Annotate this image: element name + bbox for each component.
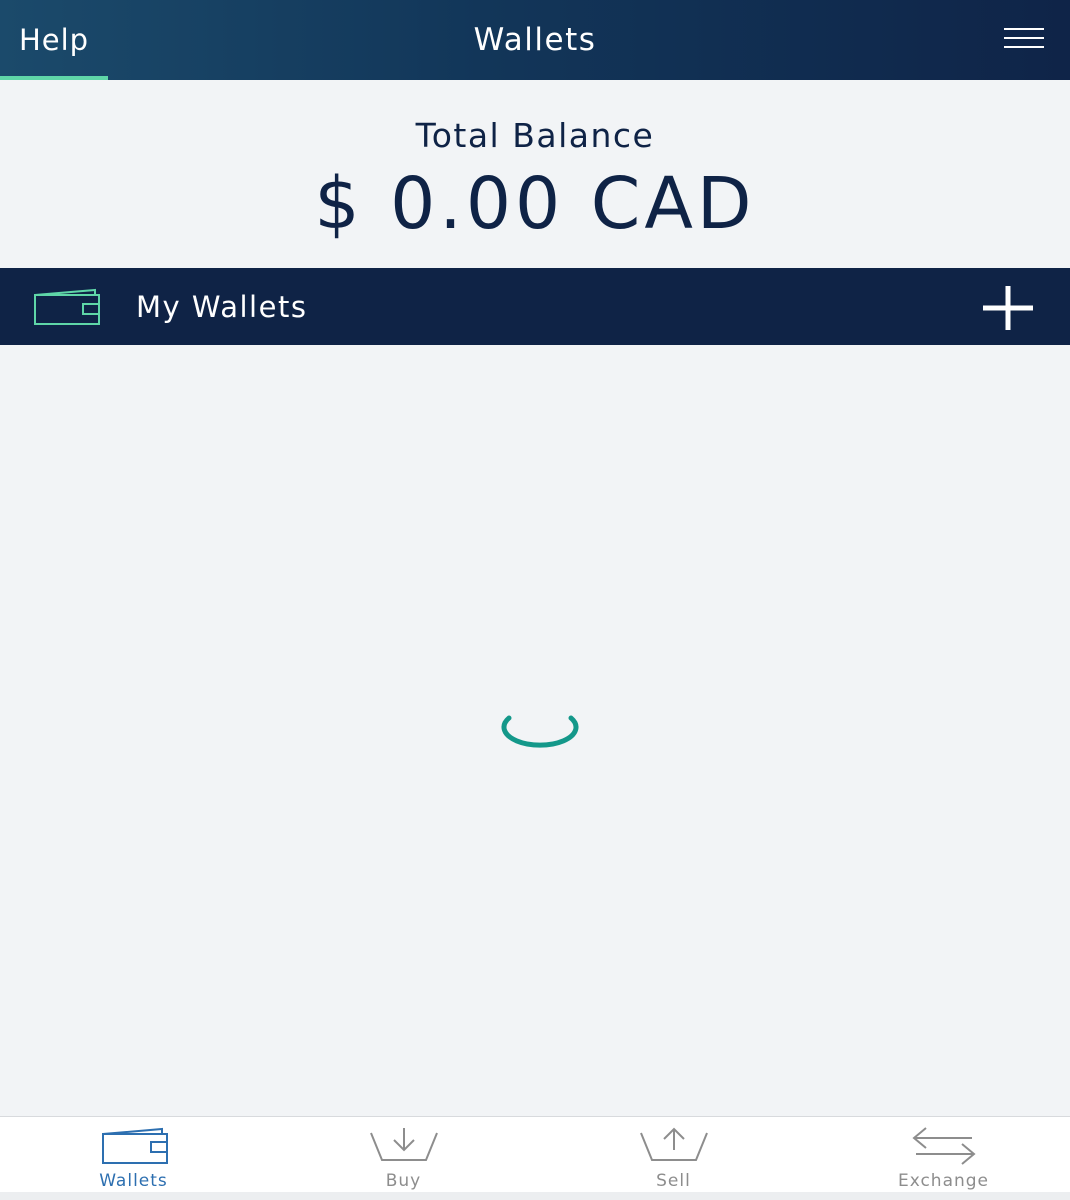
- wallet-icon: [102, 1127, 168, 1164]
- hamburger-menu-icon[interactable]: [1002, 24, 1048, 54]
- help-tab-button[interactable]: Help: [0, 0, 108, 80]
- my-wallets-title: My Wallets: [136, 289, 308, 324]
- total-balance-value: $ 0.00 CAD: [314, 162, 756, 245]
- loading-spinner-icon: [501, 715, 579, 748]
- tab-sell[interactable]: Sell: [540, 1117, 807, 1193]
- tab-buy[interactable]: Buy: [270, 1117, 537, 1193]
- balance-summary: Total Balance $ 0.00 CAD: [0, 80, 1070, 268]
- my-wallets-header: My Wallets: [0, 268, 1070, 345]
- wallet-list-area: [0, 345, 1070, 1116]
- tab-buy-label: Buy: [385, 1171, 422, 1191]
- tab-exchange[interactable]: Exchange: [810, 1117, 1070, 1193]
- page-title: Wallets: [473, 22, 597, 58]
- tab-exchange-label: Exchange: [897, 1171, 990, 1191]
- plus-icon[interactable]: [982, 282, 1034, 334]
- tab-wallets-label: Wallets: [99, 1171, 168, 1191]
- exchange-arrows-icon: [912, 1127, 976, 1165]
- wallet-icon: [34, 288, 100, 325]
- bottom-tab-bar: Wallets Buy Sell Exchange: [0, 1116, 1070, 1193]
- tab-wallets[interactable]: Wallets: [0, 1117, 267, 1193]
- help-label: Help: [18, 23, 90, 57]
- basket-download-icon: [370, 1128, 438, 1161]
- system-nav-strip: [0, 1192, 1070, 1200]
- basket-upload-icon: [640, 1127, 708, 1161]
- tab-sell-label: Sell: [656, 1171, 691, 1191]
- total-balance-label: Total Balance: [415, 116, 655, 155]
- top-app-bar: Help Wallets: [0, 0, 1070, 80]
